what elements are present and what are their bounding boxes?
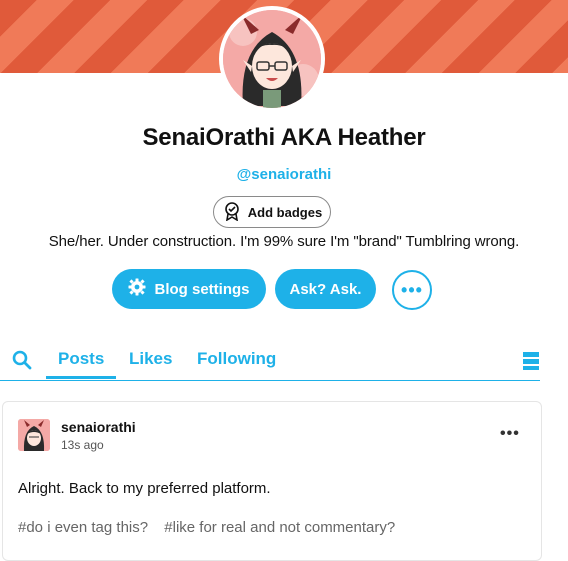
- search-icon[interactable]: [12, 350, 32, 375]
- post-avatar[interactable]: [18, 419, 50, 451]
- post-tags: #do i even tag this? #like for real and …: [18, 519, 407, 536]
- tab-likes[interactable]: Likes: [129, 349, 172, 369]
- add-badges-label: Add badges: [247, 204, 323, 220]
- ask-button[interactable]: Ask? Ask.: [275, 269, 376, 309]
- blog-settings-label: Blog settings: [154, 280, 250, 298]
- ask-label: Ask? Ask.: [289, 280, 362, 298]
- ellipsis-icon: •••: [401, 279, 423, 300]
- tab-following[interactable]: Following: [197, 349, 276, 369]
- badge-icon: [222, 201, 242, 224]
- active-tab-indicator: [46, 376, 116, 379]
- gear-icon: [128, 278, 146, 300]
- post-timestamp: 13s ago: [61, 438, 104, 452]
- more-options-button[interactable]: •••: [392, 270, 432, 310]
- blog-title: SenaiOrathi AKA Heather: [142, 124, 426, 151]
- blog-handle[interactable]: @senaiorathi: [0, 166, 568, 183]
- tab-posts[interactable]: Posts: [58, 349, 104, 369]
- post-body-text: Alright. Back to my preferred platform.: [18, 480, 271, 497]
- blog-description: She/her. Under construction. I'm 99% sur…: [48, 233, 520, 250]
- layout-toggle-icon[interactable]: [522, 351, 540, 376]
- add-badges-button[interactable]: Add badges: [213, 196, 331, 228]
- blog-avatar[interactable]: [219, 6, 325, 112]
- post-tag[interactable]: #like for real and not commentary?: [164, 519, 395, 536]
- avatar-image: [223, 10, 321, 108]
- post-more-icon[interactable]: •••: [500, 425, 520, 443]
- post-username[interactable]: senaiorathi: [61, 419, 136, 435]
- post-tag[interactable]: #do i even tag this?: [18, 519, 148, 536]
- blog-settings-button[interactable]: Blog settings: [112, 269, 266, 309]
